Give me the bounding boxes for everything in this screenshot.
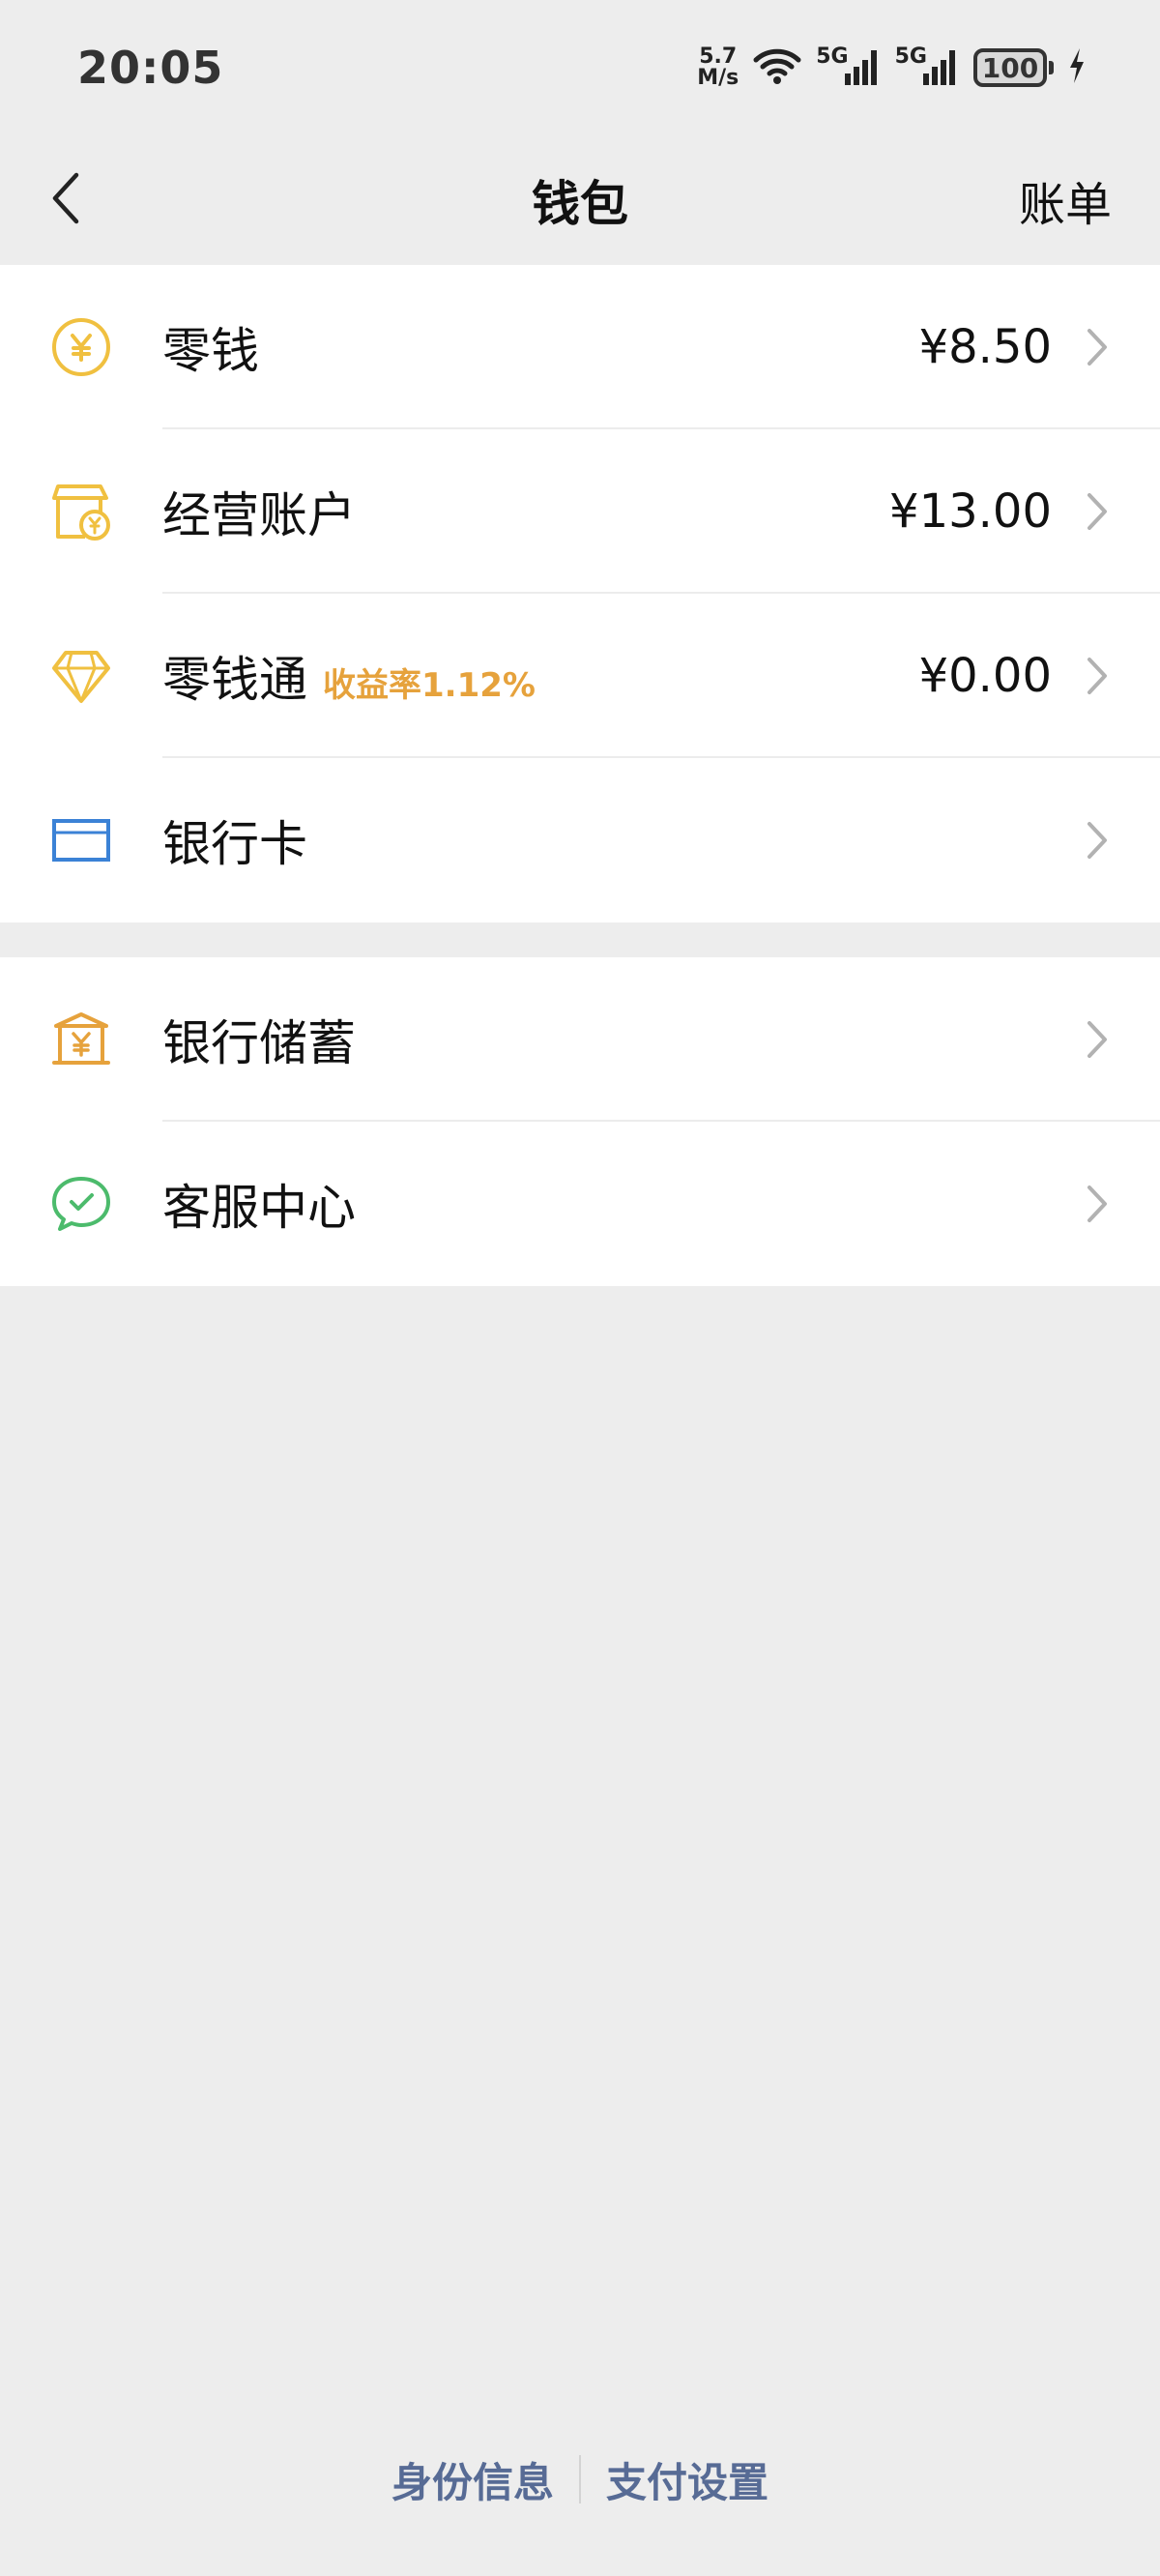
page-title: 钱包 [532,176,628,232]
status-time: 20:05 [77,42,224,94]
back-button[interactable] [35,164,97,236]
wallet-list: 零钱 ¥8.50 经营账户 ¥13.00 零钱通 收益率1.12% ¥0.00 … [0,265,1160,922]
list-item-label-group: 零钱通 收益率1.12% [162,641,536,711]
balance-value: ¥8.50 [918,320,1052,374]
network-speed-unit: M/s [697,66,740,90]
status-icons: 5.7 M/s 5G 5G 100 [697,44,1087,89]
bill-button[interactable]: 账单 [1019,164,1112,236]
back-arrow-icon [49,171,82,229]
chevron-right-icon [1081,816,1114,864]
list-item-change[interactable]: 零钱 ¥8.50 [0,265,1160,429]
identity-info-link[interactable]: 身份信息 [392,2450,554,2509]
bank-savings-icon [48,1007,114,1072]
wifi-icon [752,46,802,89]
chevron-right-icon [1081,652,1114,700]
list-item-change-plus[interactable]: 零钱通 收益率1.12% ¥0.00 [0,594,1160,758]
diamond-icon [48,643,114,709]
list-item-label: 零钱 [162,323,259,379]
footer-separator [579,2455,581,2503]
service-list: 银行储蓄 客服中心 [0,957,1160,1286]
yuan-coin-icon [48,314,114,380]
yield-rate-badge: 收益率1.12% [323,666,536,705]
bank-card-icon [48,807,114,873]
list-item-customer-service[interactable]: 客服中心 [0,1122,1160,1286]
status-bar: 20:05 5.7 M/s 5G 5G 100 [0,0,1160,135]
chevron-right-icon [1081,1180,1114,1228]
footer-links: 身份信息 支付设置 [0,2444,1160,2514]
list-item-label: 银行卡 [162,816,307,872]
list-item-bank-savings[interactable]: 银行储蓄 [0,957,1160,1122]
network-speed: 5.7 M/s [697,46,739,89]
signal-icon [921,46,960,89]
list-item-label: 银行储蓄 [162,1015,356,1071]
list-item-label: 零钱通 [162,652,307,708]
battery-icon: 100 [973,48,1054,87]
signal-group-2: 5G [895,44,960,89]
list-item-label: 客服中心 [162,1180,356,1236]
signal-group-1: 5G [816,44,882,89]
balance-value: ¥13.00 [889,484,1052,539]
nav-bar: 钱包 账单 [0,135,1160,265]
balance-value: ¥0.00 [918,649,1052,703]
charging-icon [1067,46,1087,89]
list-item-label: 经营账户 [162,487,356,543]
chevron-right-icon [1081,487,1114,536]
chevron-right-icon [1081,1015,1114,1064]
list-item-business-account[interactable]: 经营账户 ¥13.00 [0,429,1160,594]
payment-settings-link[interactable]: 支付设置 [606,2450,768,2509]
shop-yuan-icon [48,479,114,544]
list-item-bank-card[interactable]: 银行卡 [0,758,1160,922]
customer-service-icon [48,1171,114,1237]
signal-icon [843,46,882,89]
network-speed-value: 5.7 [699,44,738,69]
chevron-right-icon [1081,323,1114,371]
wallet-screen: 20:05 5.7 M/s 5G 5G 100 钱包 账单 零钱 ¥8.50 经… [0,0,1160,2576]
battery-level: 100 [973,48,1047,87]
